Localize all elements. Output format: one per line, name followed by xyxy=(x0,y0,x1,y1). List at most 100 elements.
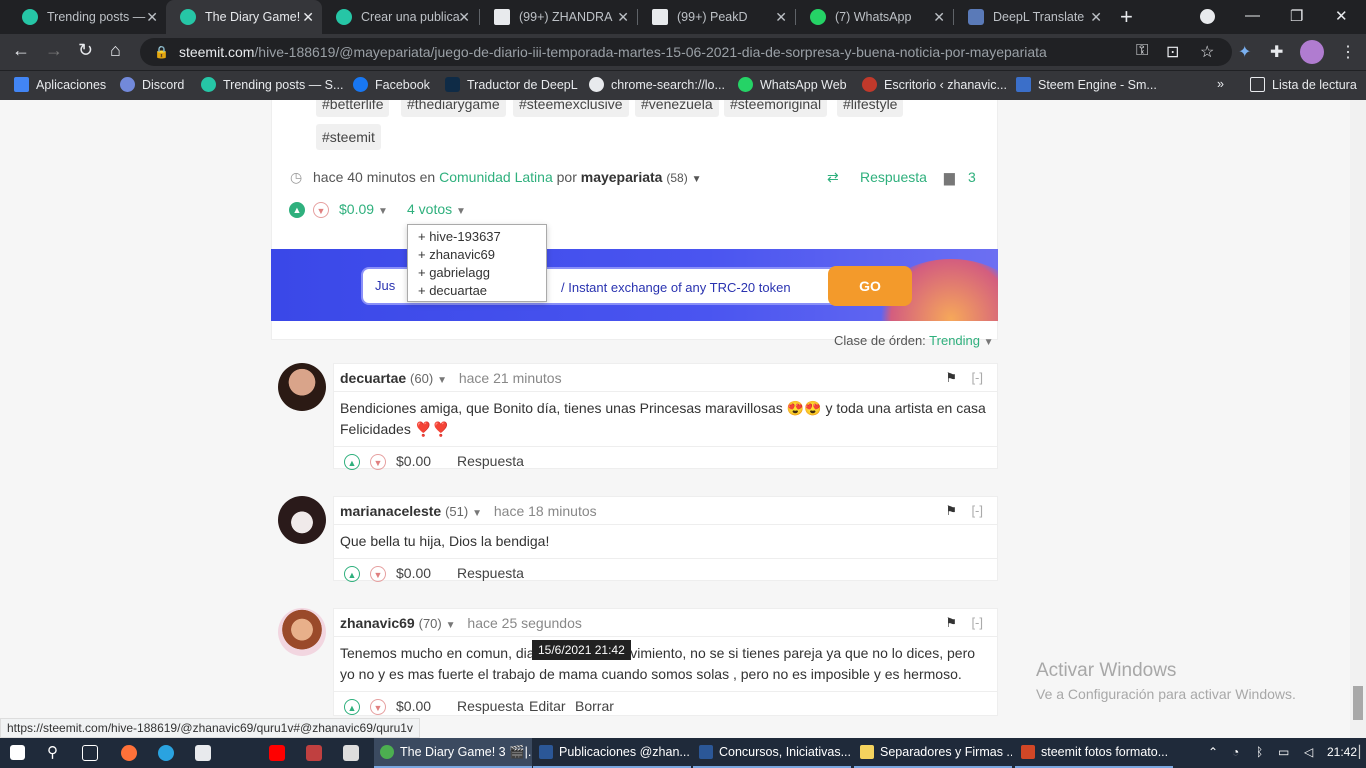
tab-whatsapp[interactable]: (7) WhatsApp ✕ xyxy=(796,0,953,34)
flag-icon[interactable]: ⚑ xyxy=(945,609,957,637)
reply-button[interactable]: Respuesta xyxy=(457,698,524,714)
reply-button[interactable]: Respuesta xyxy=(457,453,524,469)
downvote-icon[interactable]: ▼ xyxy=(370,699,386,715)
tab-deepl[interactable]: DeepL Translate ✕ xyxy=(954,0,1110,34)
comment-payout[interactable]: $0.00 xyxy=(396,565,431,581)
voter-item[interactable]: + zhanavic69 xyxy=(418,246,536,264)
flag-icon[interactable]: ⚑ xyxy=(945,497,957,525)
restore-icon[interactable]: ❐ xyxy=(1290,7,1303,25)
close-icon[interactable]: ✕ xyxy=(775,9,787,26)
post-payout[interactable]: $0.09 ▼ xyxy=(339,201,388,217)
profile-avatar[interactable] xyxy=(1300,40,1324,64)
sort-selector[interactable]: Clase de órden: Trending ▼ xyxy=(834,333,994,348)
voter-item[interactable]: + hive-193637 xyxy=(418,228,536,246)
reading-list[interactable]: Lista de lectura xyxy=(1250,77,1357,92)
tab-diary-game[interactable]: The Diary Game! ✕ xyxy=(166,0,322,34)
comment-author[interactable]: marianaceleste xyxy=(340,503,441,519)
edit-button[interactable]: Editar xyxy=(529,698,566,714)
peakd-icon[interactable] xyxy=(195,745,211,761)
reply-link[interactable]: Respuesta xyxy=(860,169,927,185)
close-icon[interactable]: ✕ xyxy=(1090,9,1102,26)
display-icon[interactable]: ▭ xyxy=(1278,745,1289,759)
collapse-button[interactable]: [-] xyxy=(971,497,983,525)
avatar[interactable] xyxy=(278,608,326,656)
post-author[interactable]: mayepariata xyxy=(581,169,663,185)
notion-icon[interactable] xyxy=(343,745,359,761)
tab-zhandra[interactable]: (99+) ZHANDRA ✕ xyxy=(480,0,637,34)
voter-item[interactable]: + decuartae xyxy=(418,282,536,300)
bookmark-deepl[interactable]: Traductor de DeepL xyxy=(445,77,578,92)
comment-time[interactable]: hace 21 minutos xyxy=(459,370,562,386)
key-icon[interactable]: ⚿ xyxy=(1136,42,1148,60)
scrollbar-thumb[interactable] xyxy=(1353,686,1363,720)
tag[interactable]: #venezuela xyxy=(635,100,719,117)
tag[interactable]: #thediarygame xyxy=(401,100,506,117)
taskbar-app-notes[interactable]: Separadores y Firmas ... xyxy=(854,738,1012,768)
delete-button[interactable]: Borrar xyxy=(575,698,614,714)
telegram-icon[interactable] xyxy=(158,745,174,761)
downvote-icon[interactable]: ▼ xyxy=(370,454,386,470)
task-view-icon[interactable] xyxy=(82,745,98,761)
ad-banner[interactable]: Jus / Instant exchange of any TRC-20 tok… xyxy=(271,249,998,321)
bookmark-discord[interactable]: Discord xyxy=(120,77,184,92)
notifications-icon[interactable]: ▏ xyxy=(1359,745,1366,759)
comment-time[interactable]: hace 18 minutos xyxy=(494,503,597,519)
bookmark-whatsapp[interactable]: WhatsApp Web xyxy=(738,77,847,92)
bluetooth-icon[interactable]: ᛒ xyxy=(1256,745,1263,759)
voter-item[interactable]: + gabrielagg xyxy=(418,264,536,282)
bookmark-escritorio[interactable]: Escritorio ‹ zhanavic... xyxy=(862,77,1007,92)
search-icon[interactable]: ⚲ xyxy=(47,743,58,761)
taskbar-app-word-1[interactable]: Publicaciones @zhan... xyxy=(533,738,691,768)
close-icon[interactable]: ✕ xyxy=(933,9,945,26)
taskbar-app-powerpoint[interactable]: steemit fotos formato... xyxy=(1015,738,1173,768)
wifi-icon[interactable]: ◔ xyxy=(1232,745,1239,759)
youtube-icon[interactable] xyxy=(269,745,285,761)
tab-trending[interactable]: Trending posts — ✕ xyxy=(8,0,166,34)
bookmark-trending[interactable]: Trending posts — S... xyxy=(201,77,343,92)
vivaldi-icon[interactable] xyxy=(306,745,322,761)
firefox-icon[interactable] xyxy=(121,745,137,761)
reply-button[interactable]: Respuesta xyxy=(457,565,524,581)
back-icon[interactable]: ← xyxy=(12,40,30,61)
taskbar-app-word-2[interactable]: Concursos, Iniciativas... xyxy=(693,738,851,768)
upvote-icon[interactable]: ▲ xyxy=(344,566,360,582)
minimize-icon[interactable]: — xyxy=(1245,7,1260,24)
comment-author[interactable]: zhanavic69 xyxy=(340,615,415,631)
scrollbar[interactable] xyxy=(1350,100,1366,738)
votes-dropdown[interactable]: 4 votos ▼ xyxy=(407,201,466,217)
chevron-up-icon[interactable]: ⌃ xyxy=(1208,745,1218,759)
avatar[interactable] xyxy=(278,496,326,544)
close-icon[interactable]: ✕ xyxy=(458,9,470,26)
comment-payout[interactable]: $0.00 xyxy=(396,698,431,714)
tag[interactable]: #steemoriginal xyxy=(724,100,828,117)
menu-icon[interactable]: ⋮ xyxy=(1340,42,1356,62)
banner-go-button[interactable]: GO xyxy=(828,266,912,306)
downvote-icon[interactable]: ▼ xyxy=(370,566,386,582)
reload-icon[interactable]: ↻ xyxy=(78,40,93,61)
new-tab-button[interactable]: + xyxy=(1120,4,1133,30)
tag[interactable]: #steemexclusive xyxy=(513,100,629,117)
extension-icon[interactable]: ✦ xyxy=(1238,42,1251,62)
comment-count[interactable]: 3 xyxy=(968,169,976,185)
chevron-down-icon[interactable]: ▼ xyxy=(446,620,456,631)
bookmark-apps[interactable]: Aplicaciones xyxy=(14,77,106,92)
collapse-button[interactable]: [-] xyxy=(971,364,983,392)
flag-icon[interactable]: ⚑ xyxy=(945,364,957,392)
upvote-icon[interactable]: ▲ xyxy=(344,699,360,715)
bookmark-facebook[interactable]: Facebook xyxy=(353,77,430,92)
taskbar-app-chrome[interactable]: The Diary Game! 3 🎬|... xyxy=(374,738,532,768)
sort-value[interactable]: Trending xyxy=(929,333,980,348)
tag[interactable]: #lifestyle xyxy=(837,100,904,117)
bookmark-chrome-search[interactable]: chrome-search://lo... xyxy=(589,77,725,92)
chevron-down-icon[interactable]: ▼ xyxy=(984,337,994,348)
address-bar[interactable]: 🔒 steemit.com /hive-188619/@mayepariata/… xyxy=(140,38,1232,66)
translate-icon[interactable]: ⊡ xyxy=(1166,42,1179,62)
taskbar-clock[interactable]: 21:42 xyxy=(1327,745,1357,759)
comment-author[interactable]: decuartae xyxy=(340,370,406,386)
volume-icon[interactable]: ◁ xyxy=(1304,745,1313,759)
upvote-icon[interactable]: ▲ xyxy=(344,454,360,470)
comments-icon[interactable]: ▆ xyxy=(944,169,955,186)
close-window-icon[interactable]: ✕ xyxy=(1335,7,1348,25)
close-icon[interactable]: ✕ xyxy=(146,9,158,26)
avatar[interactable] xyxy=(278,363,326,411)
